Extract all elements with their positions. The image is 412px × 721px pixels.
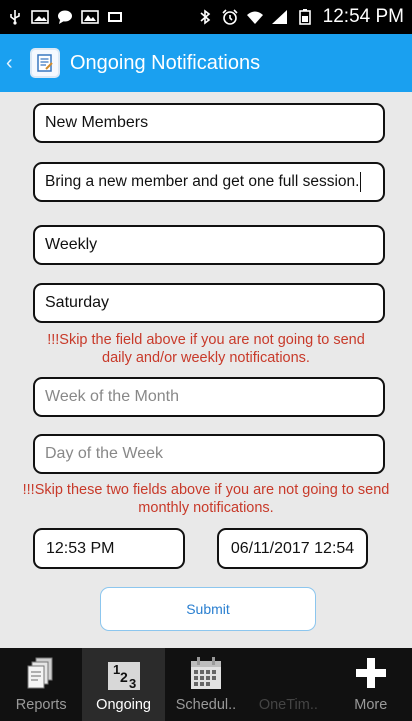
submit-button[interactable]: Submit [100,587,316,631]
photo-icon [108,12,122,22]
frequency-select-value: Weekly [45,236,98,253]
system-icons: 12:54 PM [196,6,404,28]
monthly-warning-text: !!!Skip these two fields above if you ar… [22,482,390,516]
weekday-select-value: Saturday [45,294,110,311]
battery-icon [298,9,311,25]
frequency-select[interactable]: Weekly [33,225,385,265]
calendar-icon [190,657,221,689]
datetime-picker[interactable]: 06/11/2017 12:54 [217,528,368,569]
status-bar: 12:54 PM [0,0,412,34]
chat-icon [58,10,72,24]
message-input-value: Bring a new member and get one full sess… [45,173,360,190]
tab-reports-label: Reports [15,697,67,713]
tab-more[interactable]: More [330,648,412,721]
submit-button-label: Submit [186,601,230,617]
week-of-month-select[interactable]: Week of the Month [33,377,385,417]
notification-icons [6,9,124,25]
tab-more-label: More [354,697,388,713]
page-title: Ongoing Notifications [70,51,261,74]
tab-ongoing-label: Ongoing [96,697,151,713]
time-picker[interactable]: 12:53 PM [33,528,185,569]
tab-ongoing[interactable]: 1 2 3 Ongoing [82,648,165,721]
plus-icon [355,658,386,688]
datetime-picker-value: 06/11/2017 12:54 [230,539,355,557]
alarm-icon [222,9,238,25]
usb-icon [10,10,20,25]
reports-icon [27,657,53,689]
signal-icon [271,10,287,24]
tab-onetime[interactable]: OneTim.. [247,648,329,721]
message-input[interactable]: Bring a new member and get one full sess… [33,162,385,202]
notepad-icon[interactable] [30,48,60,78]
title-input-value: New Members [45,114,149,131]
image-icon [31,10,49,24]
svg-text:2: 2 [120,669,128,685]
text-caret [360,172,362,192]
bottom-tab-bar: Reports 1 2 3 Ongoing Schedul.. OneTim.. [0,648,412,721]
clock: 12:54 PM [322,6,404,27]
tab-scheduled-label: Schedul.. [175,697,237,713]
week-of-month-placeholder: Week of the Month [45,388,179,405]
tab-scheduled[interactable]: Schedul.. [165,648,247,721]
back-chevron-icon[interactable]: ‹ [6,52,20,75]
tab-onetime-label: OneTim.. [258,697,318,713]
weekly-warning-text: !!!Skip the field above if you are not g… [47,332,365,366]
gallery-icon [81,10,99,24]
day-of-week-placeholder: Day of the Week [45,445,163,462]
wifi-icon [246,11,263,24]
svg-text:3: 3 [129,676,136,691]
weekday-select[interactable]: Saturday [33,283,385,323]
tab-reports[interactable]: Reports [0,648,82,721]
ongoing-icon: 1 2 3 [107,662,140,691]
day-of-week-select[interactable]: Day of the Week [33,434,385,474]
action-bar: ‹ Ongoing Notifications [0,34,412,92]
bluetooth-icon [200,9,210,25]
title-input[interactable]: New Members [33,103,385,143]
time-picker-value: 12:53 PM [46,539,115,557]
